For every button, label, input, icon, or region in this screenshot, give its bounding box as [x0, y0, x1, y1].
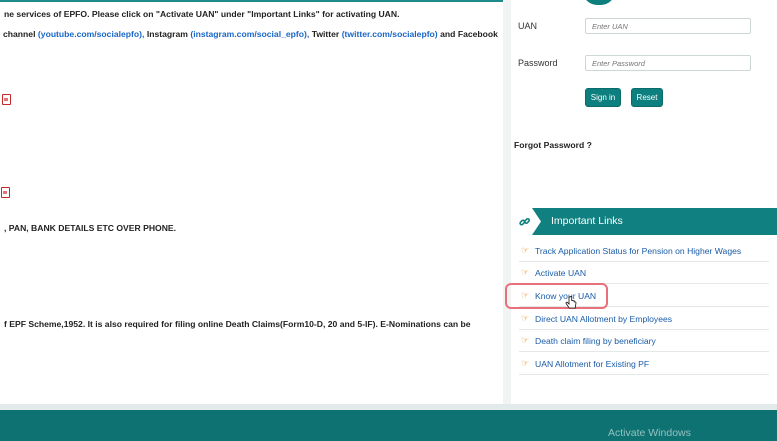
uan-input[interactable] [585, 18, 751, 34]
pdf-icon[interactable] [2, 94, 11, 105]
windows-watermark: Activate Windows [608, 427, 691, 439]
channel-text: channel [3, 29, 36, 39]
link-activate-uan[interactable]: ☞ Activate UAN [519, 262, 769, 284]
uan-label: UAN [518, 21, 538, 31]
link-label: Track Application Status for Pension on … [535, 245, 742, 256]
top-divider [0, 0, 503, 2]
twitter-link[interactable]: (twitter.com/socialepfo) [342, 29, 438, 39]
forgot-password-link[interactable]: Forgot Password ? [514, 140, 592, 150]
link-label: Death claim filing by beneficiary [535, 335, 656, 346]
link-label: UAN Allotment for Existing PF [535, 358, 650, 369]
sign-in-button[interactable]: Sign in [585, 88, 621, 107]
reset-button[interactable]: Reset [631, 88, 663, 107]
thumb-icon: ☞ [520, 358, 530, 368]
important-links-title: Important Links [551, 215, 623, 227]
and-text: and [440, 29, 456, 39]
link-icon [511, 208, 541, 235]
thumb-icon: ☞ [520, 313, 530, 323]
facebook-text: Facebook [457, 29, 498, 39]
hand-cursor-icon [565, 296, 577, 309]
thumb-icon: ☞ [520, 335, 530, 345]
youtube-link[interactable]: (youtube.com/socialepfo), [38, 29, 144, 39]
panel-decoration [583, 0, 615, 5]
notice-social-channels: channel (youtube.com/socialepfo), Instag… [3, 29, 498, 39]
pdf-icon[interactable] [1, 187, 10, 198]
password-input[interactable] [585, 55, 751, 71]
link-uan-existing-pf[interactable]: ☞ UAN Allotment for Existing PF [519, 353, 769, 375]
thumb-icon: ☞ [520, 245, 530, 255]
instagram-link[interactable]: (instagram.com/social_epfo), [190, 29, 309, 39]
instagram-text: Instagram [146, 29, 188, 39]
main-content: ne services of EPFO. Please click on "Ac… [0, 0, 503, 404]
link-death-claim[interactable]: ☞ Death claim filing by beneficiary [519, 330, 769, 352]
link-label: Direct UAN Allotment by Employees [535, 313, 673, 324]
important-links-header: Important Links [511, 208, 777, 235]
thumb-icon: ☞ [520, 267, 530, 277]
password-label: Password [518, 58, 558, 68]
link-track-pension[interactable]: ☞ Track Application Status for Pension o… [519, 240, 769, 262]
notice-activate-uan: ne services of EPFO. Please click on "Ac… [4, 9, 400, 19]
link-label: Activate UAN [535, 267, 587, 278]
highlight-box [505, 283, 608, 309]
twitter-text: Twitter [311, 29, 340, 39]
footer-top-strip [0, 404, 777, 410]
notice-enomination: f EPF Scheme,1952. It is also required f… [4, 319, 471, 329]
login-panel: UAN Password Sign in Reset Forgot Passwo… [511, 0, 777, 404]
link-direct-uan-allotment[interactable]: ☞ Direct UAN Allotment by Employees [519, 308, 769, 330]
notice-phone: , PAN, BANK DETAILS ETC OVER PHONE. [4, 223, 177, 233]
column-divider [503, 0, 511, 404]
